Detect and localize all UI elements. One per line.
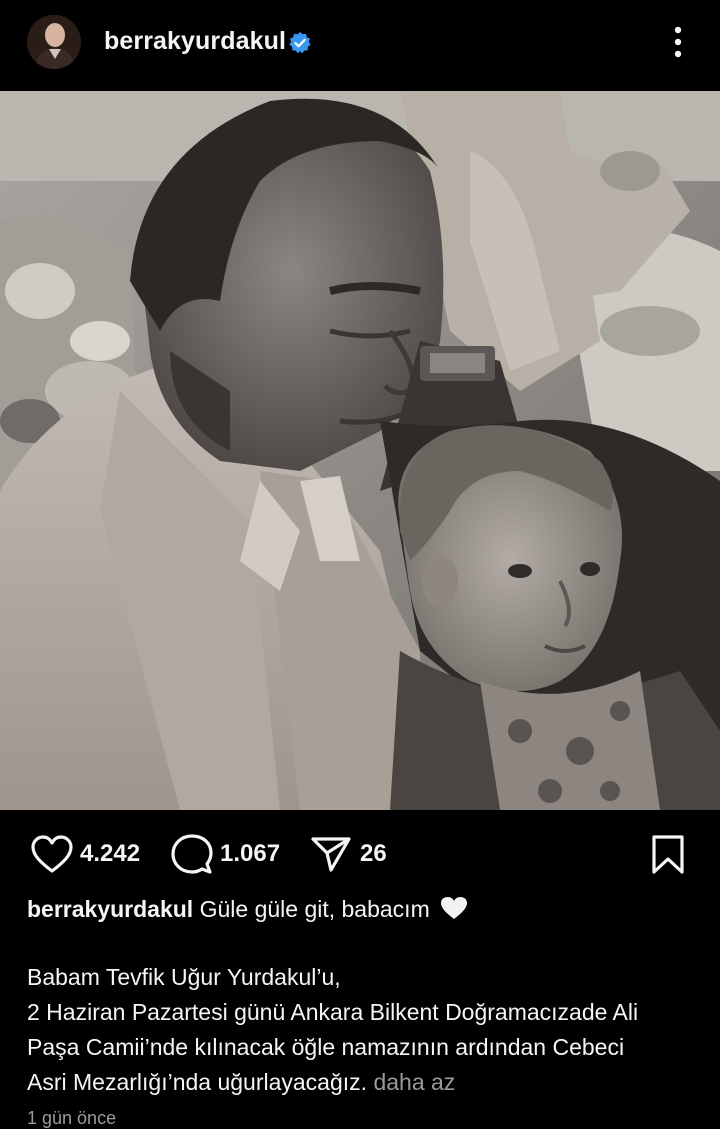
share-icon[interactable] <box>310 835 352 873</box>
action-bar: 4.242 1.067 26 <box>0 826 720 882</box>
caption-body: Babam Tevfik Uğur Yurdakul’u, 2 Haziran … <box>27 960 717 1100</box>
caption-line-2: 2 Haziran Pazartesi günü Ankara Bilkent … <box>27 999 639 1025</box>
caption-header: berrakyurdakul Güle güle git, babacım <box>27 896 468 923</box>
more-options-icon[interactable] <box>668 25 688 59</box>
heart-icon[interactable] <box>30 834 74 874</box>
likes-count[interactable]: 4.242 <box>80 840 140 868</box>
comments-count[interactable]: 1.067 <box>220 840 280 868</box>
post-header: berrakyurdakul <box>0 0 720 90</box>
avatar[interactable] <box>27 15 81 69</box>
caption-line-3: Paşa Camii’nde kılınacak öğle namazının … <box>27 1034 625 1060</box>
post-image[interactable] <box>0 91 720 810</box>
shares-count[interactable]: 26 <box>360 840 387 868</box>
white-heart-emoji-icon <box>441 897 468 919</box>
caption-title: Güle güle git, babacım <box>199 896 430 922</box>
caption-line-1: Babam Tevfik Uğur Yurdakul’u, <box>27 964 341 990</box>
caption-username[interactable]: berrakyurdakul <box>27 896 193 922</box>
less-link[interactable]: daha az <box>373 1069 455 1095</box>
username[interactable]: berrakyurdakul <box>104 27 286 56</box>
bookmark-icon[interactable] <box>650 834 686 876</box>
caption-line-4: Asri Mezarlığı’nda uğurlayacağız. daha a… <box>27 1065 717 1100</box>
caption-line-4-text: Asri Mezarlığı’nda uğurlayacağız. <box>27 1069 368 1095</box>
verified-badge-icon <box>289 32 311 54</box>
comment-icon[interactable] <box>170 833 214 875</box>
